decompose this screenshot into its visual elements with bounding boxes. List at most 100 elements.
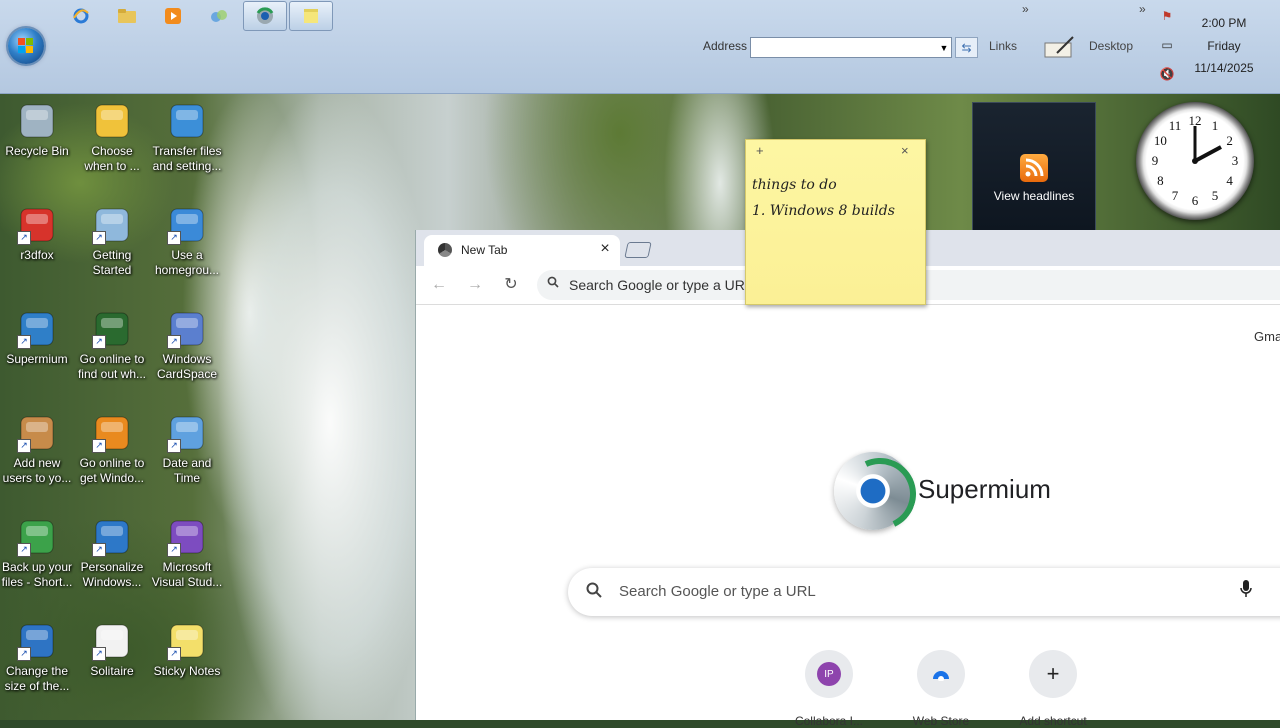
desktop-icon[interactable]: Choose when to ... bbox=[76, 101, 148, 174]
taskbar-supermium-button[interactable] bbox=[243, 1, 287, 31]
supermium-icon: ↗ bbox=[17, 309, 57, 349]
shortcut-arrow-icon: ↗ bbox=[17, 231, 31, 245]
desktop-icon-label: Recycle Bin bbox=[5, 144, 69, 158]
desktop-icon[interactable]: ↗ Sticky Notes bbox=[151, 621, 223, 679]
sticky-note-line[interactable]: things to do bbox=[752, 177, 837, 193]
add-note-icon[interactable]: + bbox=[756, 143, 764, 158]
shortcut-tile-collabora[interactable]: IP bbox=[805, 650, 853, 698]
shortcut-arrow-icon: ↗ bbox=[167, 439, 181, 453]
desktop-icon[interactable]: ↗ Change the size of the... bbox=[1, 621, 73, 694]
web-store-icon bbox=[933, 671, 949, 681]
network-tray-icon[interactable]: ▭ bbox=[1159, 38, 1175, 52]
desktop-icon[interactable]: ↗ Date and Time bbox=[151, 413, 223, 486]
folder-icon[interactable] bbox=[116, 6, 138, 26]
close-tab-icon[interactable]: × bbox=[596, 240, 614, 258]
desktop-icon-label: Date and Time bbox=[162, 456, 212, 485]
new-tab-icon[interactable] bbox=[624, 242, 652, 258]
start-button[interactable] bbox=[8, 28, 44, 64]
desktop-toolbar-icon[interactable] bbox=[1043, 33, 1077, 61]
address-go-icon[interactable]: ⇆ bbox=[955, 37, 978, 58]
cardspace-icon: ↗ bbox=[167, 309, 207, 349]
desktop-icon[interactable]: ↗ Solitaire bbox=[76, 621, 148, 679]
shortcut-arrow-icon: ↗ bbox=[92, 439, 106, 453]
desktop-icon-label: Use a homegrou... bbox=[154, 248, 220, 277]
getting-started-icon: ↗ bbox=[92, 205, 132, 245]
desktop-icon-label: Add new users to yo... bbox=[2, 456, 72, 485]
clock-day[interactable]: Friday bbox=[1200, 39, 1248, 53]
media-player-icon[interactable] bbox=[162, 6, 184, 26]
sticky-note-line[interactable]: 1. Windows 8 builds bbox=[752, 203, 895, 219]
shortcut-tile-web-store[interactable] bbox=[917, 650, 965, 698]
desktop-toolbar-label[interactable]: Desktop bbox=[1089, 39, 1133, 53]
volume-muted-icon[interactable]: 🔇 bbox=[1159, 67, 1175, 81]
action-center-flag-icon[interactable]: ⚑ bbox=[1159, 9, 1175, 23]
shortcut-arrow-icon: ↗ bbox=[17, 647, 31, 661]
desktop-icon-label: Solitaire bbox=[90, 664, 134, 678]
brand-wordmark: Supermium bbox=[918, 474, 1051, 504]
desktop-icon[interactable]: Transfer files and setting... bbox=[151, 101, 223, 174]
close-icon[interactable]: × bbox=[901, 143, 909, 158]
desktop-icon[interactable]: ↗ Go online to get Windo... bbox=[76, 413, 148, 486]
desktop-icon[interactable]: ↗ Personalize Windows... bbox=[76, 517, 148, 590]
links-toolbar-label[interactable]: Links bbox=[989, 39, 1017, 53]
view-headlines-label[interactable]: View headlines bbox=[973, 189, 1095, 203]
add-shortcut-button[interactable]: + bbox=[1029, 650, 1077, 698]
desktop-icon[interactable]: ↗ Microsoft Visual Stud... bbox=[151, 517, 223, 590]
r3dfox-icon: ↗ bbox=[17, 205, 57, 245]
tray-overflow-chevron[interactable]: » bbox=[1139, 2, 1146, 16]
internet-explorer-icon[interactable] bbox=[70, 6, 92, 26]
desktop-icon[interactable]: ↗ Add new users to yo... bbox=[1, 413, 73, 486]
users-icon: ↗ bbox=[17, 413, 57, 453]
search-icon bbox=[547, 276, 559, 291]
supermium-logo-icon bbox=[833, 447, 927, 541]
desktop-icon-label: Supermium bbox=[6, 352, 68, 366]
tab-new-tab[interactable]: New Tab × bbox=[424, 235, 620, 266]
network-icon[interactable] bbox=[208, 6, 230, 26]
shortcut-arrow-icon: ↗ bbox=[167, 543, 181, 557]
desktop-icon[interactable]: Recycle Bin bbox=[1, 101, 73, 159]
desktop-icon-label: Go online to get Windo... bbox=[79, 456, 145, 485]
shield-icon bbox=[92, 101, 132, 141]
media-center-icon: ↗ bbox=[92, 309, 132, 349]
desktop-icon[interactable]: ↗ Go online to find out wh... bbox=[76, 309, 148, 382]
desktop-icon[interactable]: ↗ Back up your files - Short... bbox=[1, 517, 73, 590]
gmail-link[interactable]: Gma bbox=[1254, 329, 1280, 344]
desktop-icon[interactable]: ↗ r3dfox bbox=[1, 205, 73, 263]
shortcut-arrow-icon: ↗ bbox=[92, 647, 106, 661]
ntp-search-placeholder: Search Google or type a URL bbox=[619, 583, 816, 600]
desktop-icon-label: Go online to find out wh... bbox=[77, 352, 147, 381]
desktop-icon-label: Change the size of the... bbox=[4, 664, 70, 693]
solitaire-icon: ↗ bbox=[92, 621, 132, 661]
address-label: Address bbox=[703, 39, 748, 53]
desktop-icon-label: r3dfox bbox=[20, 248, 54, 262]
desktop-icon[interactable]: ↗ Use a homegrou... bbox=[151, 205, 223, 278]
shortcut-badge: IP bbox=[817, 662, 841, 686]
desktop-icon[interactable]: ↗ Supermium bbox=[1, 309, 73, 367]
feed-headlines-gadget[interactable]: View headlines bbox=[972, 102, 1096, 232]
toolbar-overflow-chevron[interactable]: » bbox=[1022, 2, 1029, 16]
clock-date[interactable]: 11/14/2025 bbox=[1188, 61, 1260, 75]
shortcut-arrow-icon: ↗ bbox=[92, 231, 106, 245]
reload-icon[interactable]: ↻ bbox=[500, 274, 522, 296]
back-icon[interactable]: ← bbox=[428, 274, 450, 296]
forward-icon[interactable]: → bbox=[464, 274, 486, 296]
homegroup-icon: ↗ bbox=[167, 205, 207, 245]
clock-time[interactable]: 2:00 PM bbox=[1200, 16, 1248, 30]
address-dropdown-icon[interactable]: ▼ bbox=[937, 38, 951, 57]
desktop-icon[interactable]: ↗ Getting Started bbox=[76, 205, 148, 278]
ntp-search-box[interactable]: Search Google or type a URL bbox=[568, 568, 1280, 616]
sticky-note[interactable]: + × things to do 1. Windows 8 builds bbox=[745, 139, 926, 305]
tab-title: New Tab bbox=[461, 243, 508, 257]
omnibox-placeholder: Search Google or type a URL bbox=[569, 277, 753, 293]
shortcut-arrow-icon: ↗ bbox=[92, 543, 106, 557]
desktop-icon-label: Personalize Windows... bbox=[80, 560, 144, 589]
microphone-icon[interactable] bbox=[1240, 580, 1252, 597]
desktop-icon[interactable]: ↗ Windows CardSpace bbox=[151, 309, 223, 382]
shortcut-arrow-icon: ↗ bbox=[17, 335, 31, 349]
shortcut-label: Collabora I... bbox=[794, 714, 864, 728]
address-input[interactable]: ▼ bbox=[750, 37, 952, 58]
clock-gadget[interactable]: 12 1 2 3 4 5 6 7 8 9 10 11 bbox=[1136, 102, 1254, 220]
taskbar-sticky-notes-button[interactable] bbox=[289, 1, 333, 31]
desktop-icon-label: Transfer files and setting... bbox=[152, 144, 222, 173]
sticky-notes-icon bbox=[304, 9, 318, 23]
